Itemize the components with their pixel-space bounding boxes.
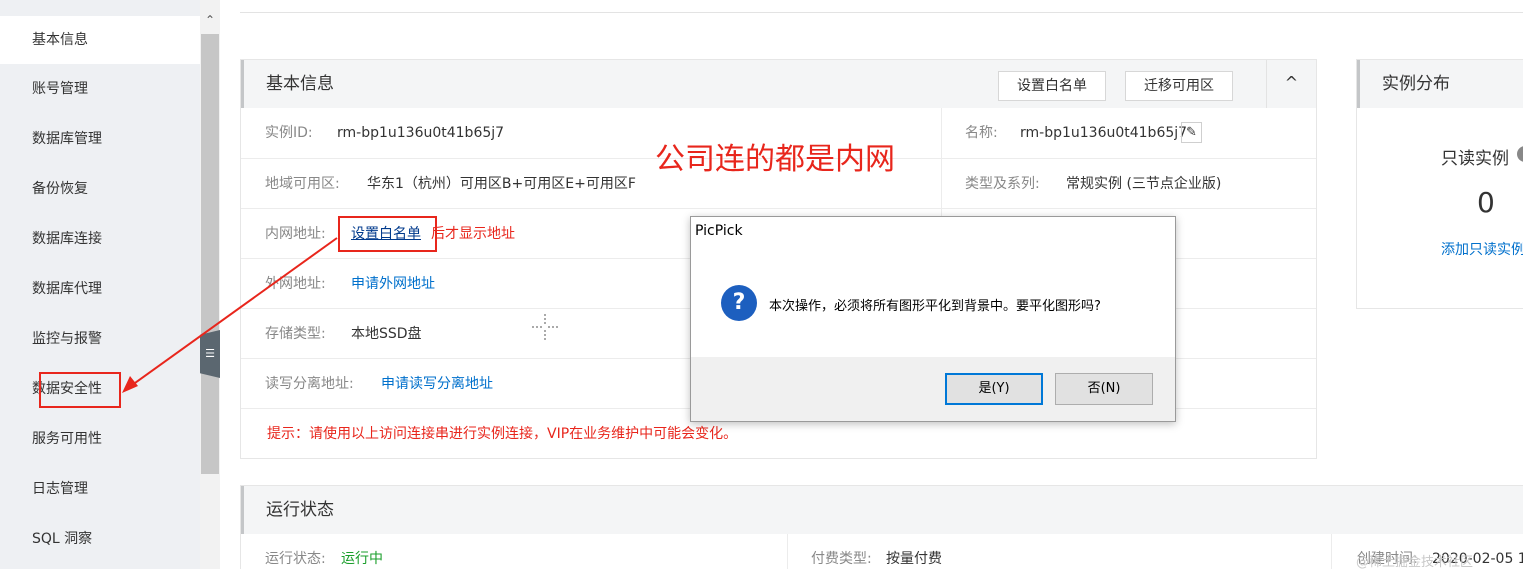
top-divider: [240, 12, 1523, 13]
run-status-panel: 运行状态 运行状态: 运行中 付费类型: 按量付费 创建时间: 2020-02-…: [240, 485, 1523, 569]
readonly-instance-count: 0: [1477, 186, 1495, 219]
apply-internet-link[interactable]: 申请外网地址: [351, 259, 435, 309]
sidebar-item-sql-insight[interactable]: SQL 洞察: [0, 515, 200, 563]
add-readonly-instance-link[interactable]: 添加只读实例: [1441, 239, 1523, 259]
name-label: 名称:: [965, 125, 998, 141]
run-status-value: 运行中: [341, 551, 383, 567]
type-label: 类型及系列:: [965, 176, 1040, 192]
dialog-title: PicPick: [695, 223, 743, 239]
rw-split-label: 读写分离地址:: [265, 376, 354, 392]
intranet-label: 内网地址:: [265, 226, 326, 242]
edit-pencil-icon[interactable]: ✎: [1181, 122, 1202, 143]
name-value: rm-bp1u136u0t41b65j7: [1020, 125, 1188, 141]
internet-label: 外网地址:: [265, 276, 326, 292]
sidebar-item-logs[interactable]: 日志管理: [0, 465, 200, 513]
status-divider-2: [1331, 534, 1332, 569]
annotation-box-whitelist: [338, 216, 437, 252]
instance-distribution-panel: 实例分布 只读实例 0 添加只读实例: [1356, 59, 1523, 309]
instance-distribution-header: 实例分布: [1357, 60, 1523, 108]
status-divider-1: [787, 534, 788, 569]
pay-type-value: 按量付费: [886, 551, 942, 567]
instance-id-value: rm-bp1u136u0t41b65j7: [337, 125, 505, 141]
sidebar-nav: 基本信息 账号管理 数据库管理 备份恢复 数据库连接 数据库代理 监控与报警 数…: [0, 0, 200, 569]
collapse-chevron-up-icon[interactable]: ^: [1266, 60, 1316, 108]
sidebar-item-accounts[interactable]: 账号管理: [0, 65, 200, 113]
pay-type-label: 付费类型:: [811, 551, 872, 567]
sidebar-item-backup[interactable]: 备份恢复: [0, 165, 200, 213]
zone-label: 地域可用区:: [265, 176, 340, 192]
question-icon: ?: [721, 285, 757, 321]
zone-value: 华东1（杭州）可用区B+可用区E+可用区F: [367, 176, 636, 192]
sidebar-collapse-icon[interactable]: ☰: [200, 330, 220, 378]
dialog-yes-button[interactable]: 是(Y): [945, 373, 1043, 405]
storage-value: 本地SSD盘: [351, 326, 422, 342]
run-status-header: 运行状态: [241, 486, 1523, 534]
migrate-zone-button[interactable]: 迁移可用区: [1125, 71, 1233, 101]
type-value: 常规实例 (三节点企业版): [1066, 176, 1222, 192]
instance-distribution-title: 实例分布: [1382, 74, 1450, 94]
dialog-footer: 是(Y) 否(N): [691, 357, 1175, 421]
sidebar-item-basic-info[interactable]: 基本信息: [0, 16, 200, 64]
instance-id-label: 实例ID:: [265, 125, 313, 141]
sidebar-item-databases[interactable]: 数据库管理: [0, 115, 200, 163]
basic-info-title: 基本信息: [266, 74, 334, 94]
run-status-label: 运行状态:: [265, 551, 326, 567]
readonly-instance-label: 只读实例: [1441, 149, 1509, 169]
set-whitelist-button[interactable]: 设置白名单: [998, 71, 1106, 101]
picpick-dialog: PicPick ? 本次操作，必须将所有图形平化到背景中。要平化图形吗? 是(Y…: [690, 216, 1176, 422]
annotation-intranet-note: 公司连的都是内网: [655, 142, 895, 177]
sidebar-scrollbar-thumb[interactable]: [201, 34, 219, 474]
sidebar-item-monitoring[interactable]: 监控与报警: [0, 315, 200, 363]
apply-rw-split-link[interactable]: 申请读写分离地址: [381, 359, 493, 409]
help-icon[interactable]: [1517, 146, 1523, 162]
storage-label: 存储类型:: [265, 326, 326, 342]
dialog-message: 本次操作，必须将所有图形平化到背景中。要平化图形吗?: [769, 299, 1101, 314]
sidebar-item-connection[interactable]: 数据库连接: [0, 215, 200, 263]
annotation-box-security: [39, 372, 121, 408]
basic-info-header: 基本信息 设置白名单 迁移可用区 ^: [241, 60, 1316, 108]
crosshair-cursor-icon: [532, 314, 558, 340]
connection-hint: 提示：请使用以上访问连接串进行实例连接，VIP在业务维护中可能会变化。: [267, 426, 738, 442]
intranet-note: 后才显示地址: [431, 226, 515, 242]
run-status-title: 运行状态: [266, 500, 334, 520]
watermark: @稀土掘金技术社区: [1356, 555, 1474, 569]
dialog-no-button[interactable]: 否(N): [1055, 373, 1153, 405]
sidebar-item-availability[interactable]: 服务可用性: [0, 415, 200, 463]
scroll-up-icon[interactable]: ⌃: [200, 12, 220, 28]
sidebar-item-proxy[interactable]: 数据库代理: [0, 265, 200, 313]
